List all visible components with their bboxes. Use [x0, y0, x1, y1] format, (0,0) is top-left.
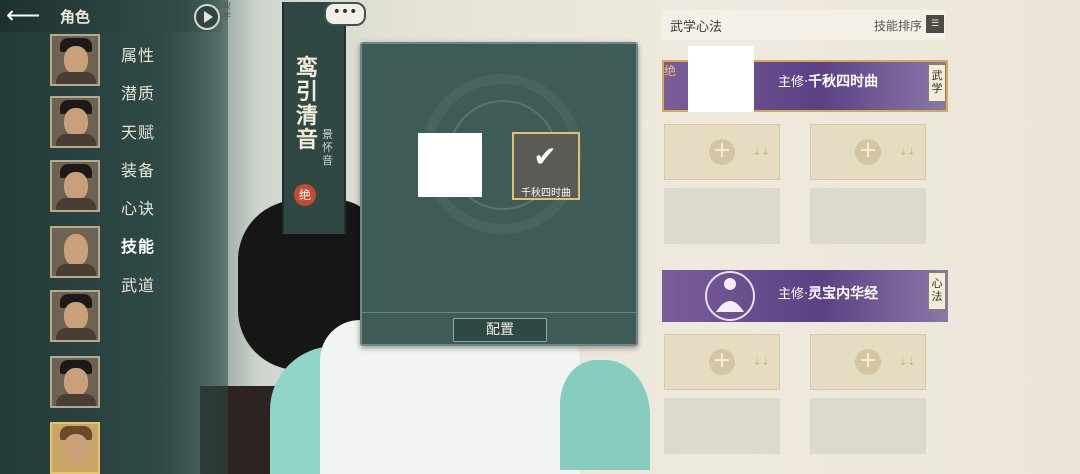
rarity-badge: 绝	[294, 184, 316, 206]
martial-skill-icon	[688, 46, 754, 112]
inner-art-side-tag: 心法	[928, 272, 946, 310]
back-arrow-icon[interactable]: ⟵	[6, 3, 54, 28]
add-skill-slot-4[interactable]: + ⇣⇣	[810, 334, 926, 390]
menu-talent[interactable]: 天赋	[121, 119, 155, 143]
character-avatar-5[interactable]	[50, 290, 100, 342]
page-title: 角色	[60, 8, 91, 26]
chat-bubble-icon[interactable]: •••	[324, 2, 366, 26]
menu-martial-path[interactable]: 武道	[121, 272, 155, 296]
locked-slot-1	[664, 188, 780, 244]
locked-slot-2	[810, 188, 926, 244]
menu-attributes[interactable]: 属性	[121, 42, 155, 66]
character-name: 景怀音	[322, 128, 333, 167]
ultimate-tag: 绝	[664, 64, 677, 78]
character-avatar-2[interactable]	[50, 96, 100, 148]
character-title: 鸾引清音	[296, 55, 319, 153]
play-icon[interactable]	[194, 4, 220, 30]
main-inner-art-name: 主修·灵宝内华经	[778, 286, 879, 302]
sort-icon[interactable]: ☰	[926, 15, 944, 33]
skills-panel-title: 武学心法	[670, 20, 723, 35]
sort-label[interactable]: 技能排序	[874, 17, 922, 34]
meditation-icon	[700, 262, 760, 328]
character-avatar-7-selected[interactable]	[50, 422, 100, 474]
add-skill-slot-2[interactable]: + ⇣⇣	[810, 124, 926, 180]
character-avatar-4[interactable]	[50, 226, 100, 278]
checkmark-icon: ✔	[533, 140, 557, 173]
modal-divider	[362, 312, 636, 313]
character-avatar-3[interactable]	[50, 160, 100, 212]
menu-potential[interactable]: 潜质	[121, 80, 155, 104]
add-skill-slot-1[interactable]: + ⇣⇣	[664, 124, 780, 180]
martial-side-tag: 武学	[928, 64, 946, 102]
locked-slot-4	[810, 398, 926, 454]
config-button[interactable]: 配置	[453, 318, 547, 342]
character-avatar-1[interactable]	[50, 34, 100, 86]
menu-equipment[interactable]: 装备	[121, 157, 155, 181]
character-sidebar	[0, 0, 228, 474]
locked-slot-3	[664, 398, 780, 454]
skill-slot-empty[interactable]	[418, 133, 482, 197]
main-martial-skill-name: 主修·千秋四时曲	[778, 74, 879, 90]
character-sleeve-right	[560, 360, 650, 470]
selected-skill-label: 千秋四时曲	[521, 188, 571, 199]
character-avatar-6[interactable]	[50, 356, 100, 408]
add-skill-slot-3[interactable]: + ⇣⇣	[664, 334, 780, 390]
menu-mind-art[interactable]: 心诀	[121, 195, 155, 219]
tutorial-label[interactable]: 教学	[222, 2, 232, 22]
menu-skills[interactable]: 技能	[121, 233, 155, 257]
